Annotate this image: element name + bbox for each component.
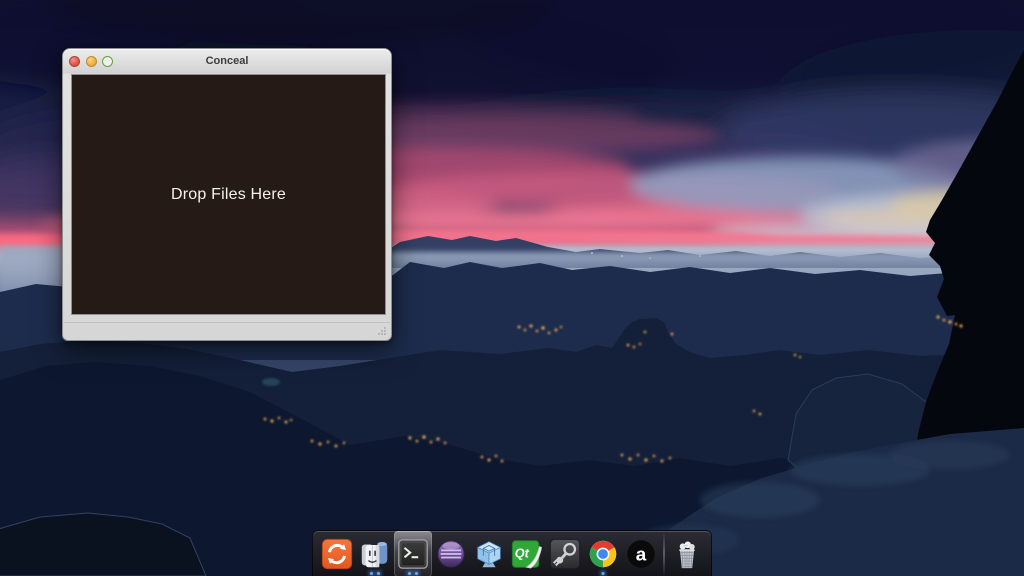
- running-indicator: [408, 572, 418, 575]
- window-statusbar: [63, 314, 391, 340]
- conceal-window: Conceal Drop Files Here: [62, 48, 392, 341]
- svg-text:Qt: Qt: [515, 545, 530, 560]
- running-indicator: [370, 572, 380, 575]
- drop-zone[interactable]: Drop Files Here: [71, 74, 386, 315]
- trash-icon: [670, 537, 704, 571]
- qt-creator-icon: Qt: [510, 537, 544, 571]
- chrome-icon: [586, 537, 620, 571]
- dock: Qt: [312, 530, 712, 576]
- statusbar-divider: [64, 322, 390, 323]
- dock-item-eclipse[interactable]: [432, 531, 470, 576]
- resize-grip-icon[interactable]: [376, 325, 387, 336]
- dock-separator: [663, 534, 665, 574]
- desktop: Conceal Drop Files Here: [0, 0, 1024, 576]
- terminal-icon: [396, 537, 430, 571]
- steam-icon: [548, 537, 582, 571]
- amazon-icon: a: [624, 537, 658, 571]
- dock-item-qt-creator[interactable]: Qt: [508, 531, 546, 576]
- dock-item-software-updater[interactable]: [318, 531, 356, 576]
- dock-item-steam[interactable]: [546, 531, 584, 576]
- eclipse-icon: [434, 537, 468, 571]
- software-updater-icon: [320, 537, 354, 571]
- dock-item-chrome[interactable]: [584, 531, 622, 576]
- dock-item-file-manager[interactable]: [356, 531, 394, 576]
- window-title: Conceal: [63, 49, 391, 73]
- file-manager-icon: [358, 537, 392, 571]
- dock-item-terminal[interactable]: [394, 531, 432, 576]
- svg-text:a: a: [636, 544, 647, 565]
- drop-zone-label: Drop Files Here: [171, 186, 286, 204]
- virtualbox-icon: [472, 537, 506, 571]
- running-indicator: [602, 572, 605, 575]
- dock-item-amazon[interactable]: a: [622, 531, 660, 576]
- dock-item-trash[interactable]: [668, 531, 706, 576]
- window-titlebar[interactable]: Conceal: [63, 49, 391, 74]
- dock-item-virtualbox[interactable]: [470, 531, 508, 576]
